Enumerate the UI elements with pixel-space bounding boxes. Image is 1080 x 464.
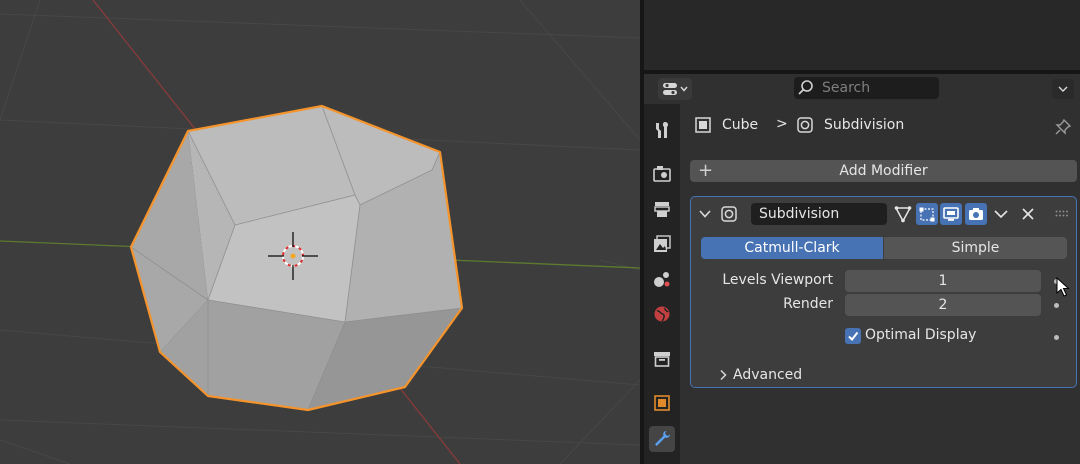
tab-collection[interactable] bbox=[649, 346, 675, 372]
chevron-down-icon bbox=[1058, 86, 1068, 92]
catmull-clark-option[interactable]: Catmull-Clark bbox=[701, 237, 883, 259]
plus-icon: + bbox=[698, 160, 714, 181]
render-levels-field[interactable]: 2 bbox=[845, 294, 1041, 316]
on-cage-toggle[interactable] bbox=[892, 203, 914, 225]
on-cage-triangle-icon bbox=[894, 206, 912, 223]
mouse-cursor-icon bbox=[1056, 277, 1070, 297]
tab-tool[interactable] bbox=[649, 117, 675, 143]
close-icon bbox=[1022, 208, 1034, 220]
tab-object[interactable] bbox=[649, 390, 675, 416]
breadcrumb-separator: > bbox=[776, 116, 788, 132]
subdivision-modifier-icon bbox=[797, 117, 813, 133]
properties-header: Search bbox=[644, 74, 1080, 104]
levels-viewport-label: Levels Viewport bbox=[722, 272, 833, 288]
outliner-area[interactable] bbox=[644, 0, 1080, 70]
viewport-scene[interactable] bbox=[0, 0, 640, 464]
tab-world[interactable] bbox=[649, 301, 675, 327]
optimal-display-label: Optimal Display bbox=[865, 327, 977, 343]
modifier-menu-dropdown[interactable] bbox=[990, 203, 1012, 225]
breadcrumb-object-label: Cube bbox=[722, 117, 759, 133]
monitor-icon bbox=[943, 207, 959, 221]
keyframe-dot-icon[interactable] bbox=[1054, 335, 1059, 340]
breadcrumb-modifier[interactable]: Subdivision bbox=[796, 116, 904, 134]
edit-mode-toggle[interactable] bbox=[916, 203, 938, 225]
properties-editor-icon bbox=[663, 83, 677, 95]
edit-mode-icon bbox=[919, 207, 935, 222]
add-modifier-button[interactable]: + Add Modifier bbox=[690, 160, 1077, 182]
search-icon bbox=[798, 80, 813, 95]
editor-type-selector[interactable] bbox=[658, 78, 692, 100]
render-levels-label: Render bbox=[783, 296, 833, 312]
chevron-down-icon bbox=[994, 210, 1008, 219]
tab-view-layer[interactable] bbox=[649, 231, 675, 257]
checkmark-icon bbox=[848, 331, 859, 342]
search-input[interactable]: Search bbox=[794, 77, 939, 99]
chevron-right-icon bbox=[720, 369, 727, 381]
collection-icon bbox=[654, 352, 670, 367]
world-icon bbox=[654, 306, 670, 322]
drag-handle-icon[interactable] bbox=[1055, 210, 1069, 218]
view-layer-icon bbox=[654, 235, 671, 252]
simple-option[interactable]: Simple bbox=[884, 237, 1067, 259]
tab-render[interactable] bbox=[649, 161, 675, 187]
remove-modifier-button[interactable] bbox=[1017, 203, 1039, 225]
keyframe-dot-icon[interactable] bbox=[1054, 303, 1059, 308]
optimal-display-checkbox[interactable] bbox=[845, 328, 861, 344]
pin-icon bbox=[1055, 118, 1072, 135]
realtime-display-toggle[interactable] bbox=[940, 203, 962, 225]
subdivision-modifier-icon bbox=[721, 206, 737, 222]
tab-scene[interactable] bbox=[649, 266, 675, 292]
search-placeholder: Search bbox=[822, 80, 871, 96]
properties-panel: Cube > Subdivision + Add Modifier Subdiv… bbox=[680, 104, 1080, 464]
3d-viewport[interactable] bbox=[0, 0, 640, 464]
camera-icon bbox=[969, 208, 983, 220]
advanced-label: Advanced bbox=[733, 367, 803, 383]
options-dropdown[interactable] bbox=[1052, 79, 1074, 99]
pin-button[interactable] bbox=[1054, 118, 1072, 140]
tool-icon bbox=[656, 122, 669, 138]
properties-tab-bar bbox=[644, 104, 680, 464]
tab-modifiers[interactable] bbox=[649, 426, 675, 452]
add-modifier-label: Add Modifier bbox=[839, 163, 928, 179]
breadcrumb-object[interactable]: Cube bbox=[694, 116, 758, 134]
render-toggle[interactable] bbox=[965, 203, 987, 225]
modifier-wrench-icon bbox=[655, 431, 670, 446]
render-icon bbox=[653, 166, 671, 182]
advanced-subpanel-header[interactable]: Advanced bbox=[719, 367, 802, 383]
collapse-chevron-icon[interactable] bbox=[699, 209, 711, 219]
tab-output[interactable] bbox=[649, 196, 675, 222]
cube-mesh[interactable] bbox=[129, 104, 464, 412]
output-icon bbox=[654, 202, 670, 217]
modifier-name-field[interactable]: Subdivision bbox=[751, 203, 887, 225]
object-icon bbox=[654, 395, 670, 411]
levels-viewport-field[interactable]: 1 bbox=[845, 270, 1041, 292]
object-icon bbox=[695, 117, 711, 133]
chevron-down-icon bbox=[680, 86, 688, 92]
breadcrumb-modifier-label: Subdivision bbox=[824, 117, 905, 133]
scene-icon bbox=[654, 272, 670, 287]
subdivision-modifier-panel: Subdivision Catmull-Clark Simple Levels … bbox=[690, 196, 1077, 388]
